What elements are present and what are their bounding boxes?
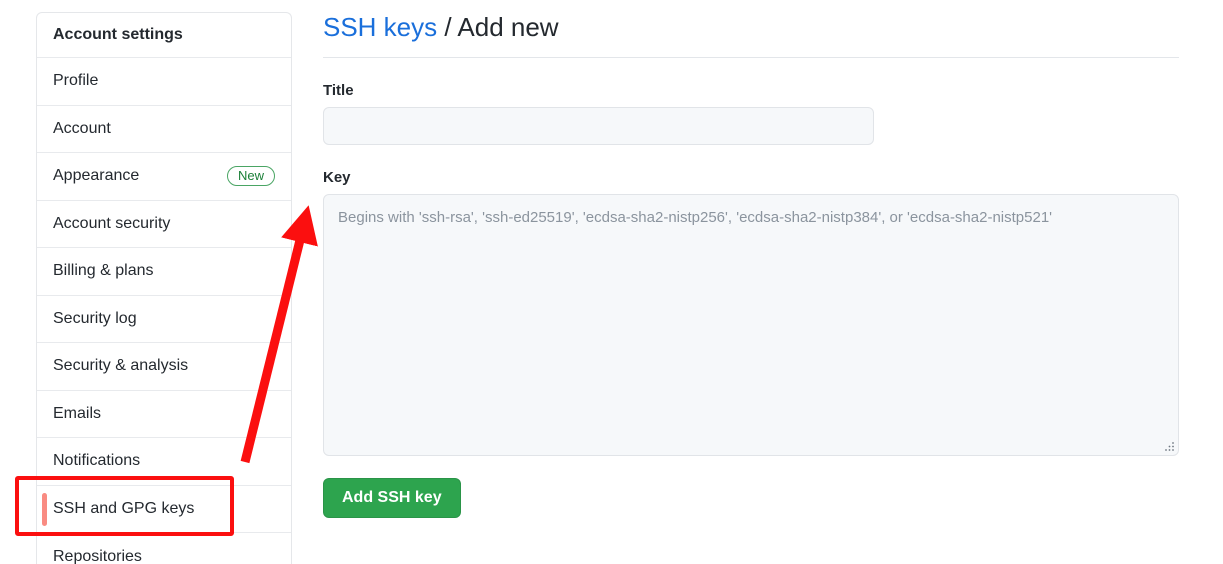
sidebar-header-label: Account settings — [53, 26, 183, 43]
key-field-wrapper — [323, 194, 1179, 456]
sidebar-item-security-and-analysis[interactable]: Security & analysis — [37, 343, 291, 391]
sidebar-item-account[interactable]: Account — [37, 105, 291, 153]
sidebar-header: Account settings — [37, 13, 291, 58]
key-field-label: Key — [323, 169, 351, 186]
main-content: SSH keys / Add new Title Key Add SSH key — [323, 12, 1179, 518]
breadcrumb-separator: / — [437, 12, 458, 42]
account-settings-sidebar: Account settings Profile Account Appeara… — [36, 12, 292, 564]
sidebar-item-label: SSH and GPG keys — [53, 499, 195, 517]
sidebar-item-label: Profile — [53, 72, 99, 90]
new-badge: New — [226, 166, 275, 187]
sidebar-item-label: Billing & plans — [53, 262, 154, 280]
add-ssh-key-button[interactable]: Add SSH key — [323, 478, 461, 518]
sidebar-item-appearance[interactable]: Appearance New — [37, 153, 291, 201]
sidebar-item-label: Repositories — [53, 547, 142, 564]
sidebar-item-profile[interactable]: Profile — [37, 58, 291, 106]
sidebar-item-notifications[interactable]: Notifications — [37, 438, 291, 486]
title-field-label: Title — [323, 82, 354, 99]
key-textarea[interactable] — [323, 194, 1179, 456]
sidebar-item-label: Notifications — [53, 452, 141, 470]
sidebar-item-emails[interactable]: Emails — [37, 390, 291, 438]
title-input[interactable] — [323, 107, 874, 145]
sidebar-item-label: Security & analysis — [53, 357, 189, 375]
sidebar-item-account-security[interactable]: Account security — [37, 200, 291, 248]
sidebar-item-billing-and-plans[interactable]: Billing & plans — [37, 248, 291, 296]
sidebar-item-label: Security log — [53, 309, 137, 327]
ssh-keys-breadcrumb-link[interactable]: SSH keys — [323, 12, 437, 42]
sidebar-item-label: Appearance — [53, 167, 140, 185]
sidebar-item-label: Account security — [53, 214, 171, 232]
sidebar-item-repositories[interactable]: Repositories — [37, 533, 291, 564]
settings-page: Account settings Profile Account Appeara… — [0, 0, 1223, 564]
sidebar-item-security-log[interactable]: Security log — [37, 295, 291, 343]
sidebar-item-label: Emails — [53, 404, 102, 422]
page-title: SSH keys / Add new — [323, 12, 1179, 58]
page-title-current: Add new — [457, 12, 559, 42]
sidebar-item-ssh-and-gpg-keys[interactable]: SSH and GPG keys — [37, 485, 291, 533]
sidebar-item-label: Account — [53, 119, 111, 137]
